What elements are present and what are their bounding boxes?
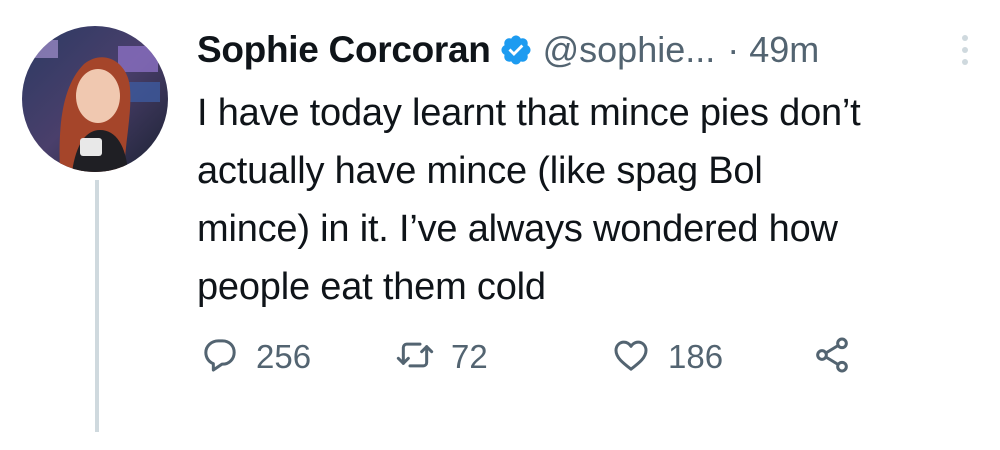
avatar[interactable] <box>22 26 168 172</box>
separator-dot: · <box>727 29 740 70</box>
thread-line <box>95 180 99 432</box>
retweet-count: 72 <box>451 338 488 375</box>
tweet-timestamp[interactable]: 49m <box>749 29 819 71</box>
tweet-card: Sophie Corcoran @sophie... · 49m I have … <box>0 0 1000 450</box>
share-icon <box>812 335 852 380</box>
reply-button[interactable]: 256 <box>200 330 311 384</box>
heart-icon <box>610 335 652 380</box>
tweet-text-line: I have today learnt that mince pies don’… <box>197 92 861 134</box>
more-options-icon[interactable] <box>955 30 975 70</box>
verified-badge-icon <box>499 33 533 67</box>
retweet-button[interactable]: 72 <box>395 330 488 384</box>
tweet-text-line: actually have mince (like spag Bol <box>197 150 763 192</box>
tweet-text-line: people eat them cold <box>197 266 546 308</box>
tweet-text: I have today learnt that mince pies don’… <box>197 84 977 316</box>
tweet-header: Sophie Corcoran @sophie... · 49m <box>197 24 819 76</box>
retweet-icon <box>395 335 435 380</box>
reply-icon <box>200 335 240 380</box>
tweet-actions: 256 72 186 <box>200 330 900 384</box>
share-button[interactable] <box>812 330 852 384</box>
like-count: 186 <box>668 338 724 375</box>
like-button[interactable]: 186 <box>610 330 723 384</box>
author-handle[interactable]: @sophie... <box>543 29 716 71</box>
author-name[interactable]: Sophie Corcoran <box>197 29 491 71</box>
tweet-text-line: mince) in it. I’ve always wondered how <box>197 208 838 250</box>
reply-count: 256 <box>256 338 312 375</box>
